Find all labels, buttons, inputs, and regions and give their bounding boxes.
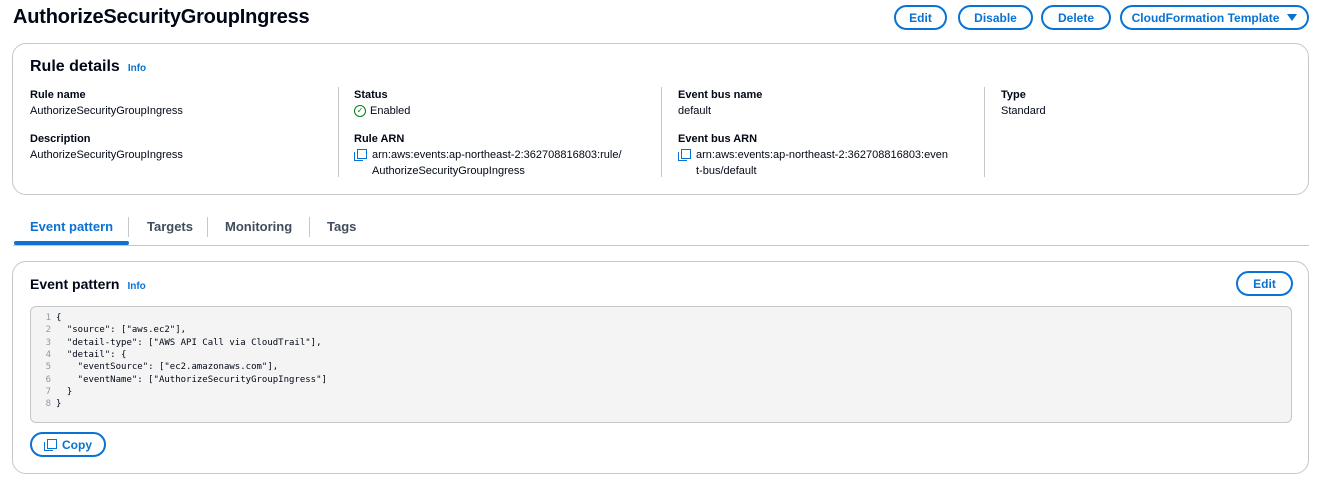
- tab-event-pattern[interactable]: Event pattern: [30, 219, 113, 234]
- rule-arn-line-1: arn:aws:events:ap-northeast-2:3627088168…: [372, 149, 622, 161]
- type-label: Type: [1001, 89, 1026, 101]
- rule-column-3: Event bus name default Event bus ARN arn…: [678, 87, 988, 179]
- rule-name-label: Rule name: [30, 89, 86, 101]
- rule-column-1: Rule name AuthorizeSecurityGroupIngress …: [30, 87, 330, 163]
- check-circle-icon: ✓: [354, 105, 366, 117]
- event-bus-arn-value: arn:aws:events:ap-northeast-2:3627088168…: [678, 147, 988, 179]
- cloudformation-template-dropdown[interactable]: CloudFormation Template: [1120, 5, 1309, 30]
- caret-down-icon: [1287, 14, 1298, 21]
- rule-column-4: Type Standard: [1001, 87, 1201, 119]
- line-number: 3: [45, 337, 51, 348]
- tab-divider: [309, 217, 310, 237]
- event-bus-arn-text: arn:aws:events:ap-northeast-2:3627088168…: [696, 147, 948, 179]
- code-text: }: [56, 386, 73, 397]
- event-bus-name-link[interactable]: default: [678, 103, 988, 119]
- line-number: 1: [45, 313, 51, 323]
- code-viewer: 1 {2 "source": ["aws.ec2"], 3 "detail-type…: [30, 306, 1292, 423]
- code-text: "eventName": ["AuthorizeSecurityGroupIng…: [56, 374, 327, 385]
- line-number: 6: [45, 374, 51, 385]
- event-bus-name-label: Event bus name: [678, 89, 763, 101]
- tab-divider: [128, 217, 129, 237]
- line-number: 7: [45, 386, 51, 397]
- column-divider: [984, 87, 985, 177]
- rule-details-header: Rule details Info: [30, 58, 146, 76]
- status-value: ✓ Enabled: [354, 103, 664, 119]
- code-text: {: [56, 313, 62, 323]
- code-text: "source": ["aws.ec2"],: [56, 325, 187, 336]
- copy-icon: [44, 438, 57, 451]
- line-number: 4: [45, 349, 51, 360]
- column-divider: [661, 87, 662, 177]
- rule-column-2: Status ✓ Enabled Rule ARN arn:aws:events…: [354, 87, 664, 179]
- rule-arn-text: arn:aws:events:ap-northeast-2:3627088168…: [372, 147, 622, 179]
- tab-divider: [207, 217, 208, 237]
- delete-button[interactable]: Delete: [1041, 5, 1111, 30]
- disable-button[interactable]: Disable: [958, 5, 1033, 30]
- code-text: "eventSource": ["ec2.amazonaws.com"],: [56, 362, 279, 373]
- event-pattern-header: Event pattern Info: [30, 276, 146, 292]
- line-number: 5: [45, 362, 51, 373]
- copy-button[interactable]: Copy: [30, 432, 106, 457]
- event-pattern-info-link[interactable]: Info: [127, 281, 145, 292]
- code-text: "detail-type": ["AWS API Call via CloudT…: [56, 337, 322, 348]
- code-text: "detail": {: [56, 349, 127, 360]
- description-label: Description: [30, 133, 91, 145]
- line-number: 2: [45, 325, 51, 336]
- rule-details-title: Rule details: [30, 58, 120, 75]
- rule-arn-line-2: AuthorizeSecurityGroupIngress: [372, 165, 525, 177]
- rule-arn-value: arn:aws:events:ap-northeast-2:3627088168…: [354, 147, 664, 179]
- rule-name-value: AuthorizeSecurityGroupIngress: [30, 105, 183, 117]
- copy-icon[interactable]: [678, 149, 691, 161]
- tab-targets[interactable]: Targets: [147, 219, 193, 234]
- type-value: Standard: [1001, 105, 1046, 117]
- column-divider: [338, 87, 339, 177]
- description-value: AuthorizeSecurityGroupIngress: [30, 149, 183, 161]
- page-title: AuthorizeSecurityGroupIngress: [13, 6, 310, 28]
- tab-monitoring[interactable]: Monitoring: [225, 219, 292, 234]
- event-pattern-edit-button[interactable]: Edit: [1236, 271, 1293, 296]
- event-pattern-title: Event pattern: [30, 276, 120, 292]
- copy-button-label: Copy: [62, 437, 92, 452]
- status-text: Enabled: [370, 105, 411, 117]
- rule-details-card: Rule details Info Rule name AuthorizeSec…: [12, 43, 1309, 195]
- event-bus-arn-line-2: t-bus/default: [696, 165, 757, 177]
- rule-arn-label: Rule ARN: [354, 133, 405, 145]
- event-pattern-card: Event pattern Info Edit 1 {2 "source": ["…: [12, 261, 1309, 474]
- rule-details-info-link[interactable]: Info: [128, 63, 146, 74]
- tab-bar: Event pattern Targets Monitoring Tags: [13, 212, 1309, 246]
- event-bus-arn-line-1: arn:aws:events:ap-northeast-2:3627088168…: [696, 149, 948, 161]
- event-bus-arn-label: Event bus ARN: [678, 133, 758, 145]
- edit-button[interactable]: Edit: [894, 5, 947, 30]
- cloudformation-template-label: CloudFormation Template: [1131, 10, 1280, 25]
- line-number: 8: [45, 399, 51, 410]
- active-tab-indicator: [14, 241, 129, 245]
- code-text: }: [56, 399, 62, 410]
- copy-icon[interactable]: [354, 149, 367, 161]
- status-label: Status: [354, 89, 388, 101]
- tab-tags[interactable]: Tags: [327, 219, 356, 234]
